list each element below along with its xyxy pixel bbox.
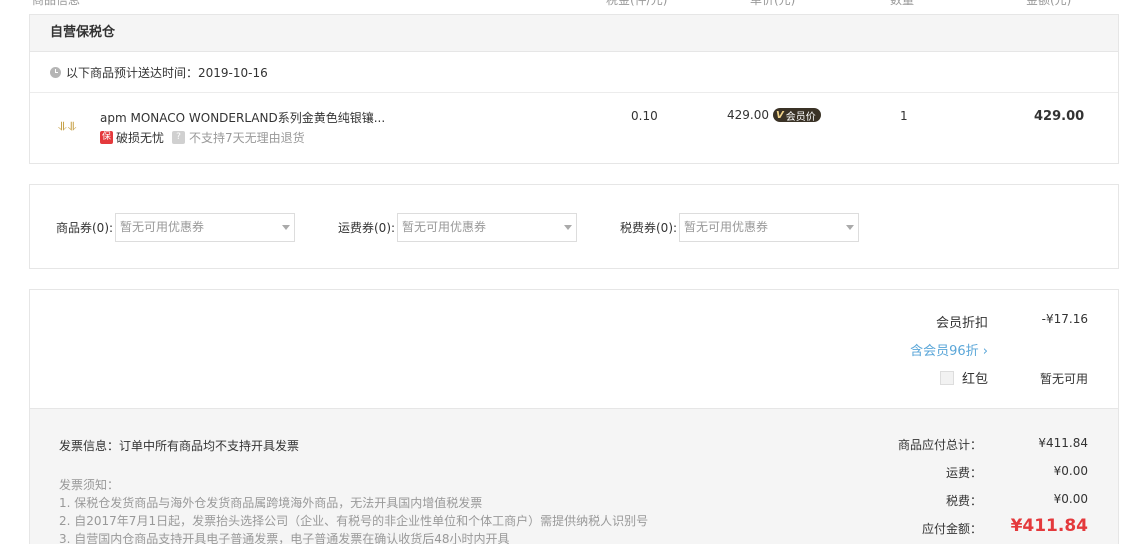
product-tax: 0.10 [631,109,658,123]
product-quantity: 1 [900,109,908,123]
delivery-estimate: 以下商品预计送达时间：2019-10-16 [30,52,1118,93]
product-amount: 429.00 [1034,109,1085,124]
product-row: ⥥⥥ apm MONACO WONDERLAND系列金黄色纯银镶... 保 破损… [30,93,1118,163]
grand-total-label: 应付金额： [921,522,982,536]
col-info: 商品信息 [32,0,81,7]
col-qty: 数量 [890,0,915,7]
return-policy-tag: 不支持7天无理由退货 [189,131,305,145]
hongbao-checkbox[interactable] [939,370,954,385]
hongbao-label: 红包 [961,372,988,387]
member-discount-label: 会员折扣 [935,316,988,331]
tax-coupon-select[interactable]: 暂无可用优惠券 [679,213,860,242]
warehouse-block: 自营保税仓 以下商品预计送达时间：2019-10-16 ⥥⥥ apm MONAC… [29,14,1119,164]
vip-badge-label: 会员价 [785,111,816,123]
shipping-coupon-select[interactable]: 暂无可用优惠券 [397,213,578,242]
coupon-section: 商品券(0): 暂无可用优惠券 运费券(0): 暂无可用优惠券 税费券(0): … [29,184,1119,269]
hongbao-row: 红包 [939,368,988,387]
vip-discount-link[interactable]: 含会员96折 › [910,340,988,359]
tax-coupon-label: 税费券(0): [620,221,678,235]
goods-total-label: 商品应付总计： [897,438,982,452]
checkout-page: 商品信息 税金(件/元) 单价(元) 数量 金额(元) 自营保税仓 以下商品预计… [0,0,1125,544]
vip-v-icon: V [776,109,784,121]
tax-coupon-value: 暂无可用优惠券 [684,220,769,234]
goods-coupon: 商品券(0): 暂无可用优惠券 [56,213,296,242]
product-name-link[interactable]: apm MONACO WONDERLAND系列金黄色纯银镶... [100,109,385,126]
chevron-down-icon [564,225,573,230]
goods-coupon-value: 暂无可用优惠券 [120,220,205,234]
warehouse-title: 自营保税仓 [30,15,1118,52]
chevron-down-icon [846,225,855,230]
product-price: 429.00 V 会员价 [727,108,821,123]
order-summary: 会员折扣 -¥17.16 含会员96折 › 红包 暂无可用 发票信息：订单中所有… [29,289,1119,544]
col-amount: 金额(元) [1026,0,1072,7]
member-discount-value: -¥17.16 [1041,312,1088,326]
delivery-text: 以下商品预计送达时间：2019-10-16 [66,65,268,80]
tax-label: 税费： [945,494,982,508]
goods-total-value: ¥411.84 [1038,436,1088,450]
tax-value: ¥0.00 [1053,492,1088,506]
insurance-tag: 破损无忧 [116,131,165,145]
question-badge-icon: ? [172,131,186,144]
product-thumbnail[interactable]: ⥥⥥ [58,119,82,137]
shipping-label: 运费： [945,466,982,480]
tax-coupon: 税费券(0): 暂无可用优惠券 [620,213,860,242]
shipping-coupon-value: 暂无可用优惠券 [402,220,487,234]
invoice-notice-item: 2. 自2017年7月1日起，发票抬头选择公司（企业、有税号的非企业性单位和个体… [59,514,649,528]
shipping-coupon: 运费券(0): 暂无可用优惠券 [338,213,578,242]
col-price: 单价(元) [750,0,796,7]
col-tax: 税金(件/元) [606,0,668,7]
price-value: 429.00 [727,108,769,122]
shipping-value: ¥0.00 [1053,464,1088,478]
vip-price-badge: V 会员价 [773,108,821,123]
hongbao-value: 暂无可用 [1039,372,1088,386]
invoice-notice-title: 发票须知： [59,478,120,492]
column-header-strip: 商品信息 税金(件/元) 单价(元) 数量 金额(元) [0,0,1125,7]
invoice-notice-item: 1. 保税仓发货商品与海外仓发货商品属跨境海外商品，无法开具国内增值税发票 [59,496,483,510]
chevron-down-icon [282,225,291,230]
grand-total-value: ¥411.84 [1010,516,1088,536]
goods-coupon-label: 商品券(0): [56,221,114,235]
discount-area: 会员折扣 -¥17.16 含会员96折 › 红包 暂无可用 [30,290,1118,408]
invoice-area: 发票信息：订单中所有商品均不支持开具发票 发票须知： 1. 保税仓发货商品与海外… [30,408,1118,544]
product-tags: 保 破损无忧 ? 不支持7天无理由退货 [100,129,305,146]
clock-icon [50,66,61,78]
insurance-badge-icon: 保 [100,131,113,144]
invoice-info: 发票信息：订单中所有商品均不支持开具发票 [59,439,300,453]
invoice-notice-item: 3. 自营国内仓商品支持开具电子普通发票，电子普通发票在确认收货后48小时内开具 [59,532,510,544]
shipping-coupon-label: 运费券(0): [338,221,396,235]
goods-coupon-select[interactable]: 暂无可用优惠券 [115,213,296,242]
